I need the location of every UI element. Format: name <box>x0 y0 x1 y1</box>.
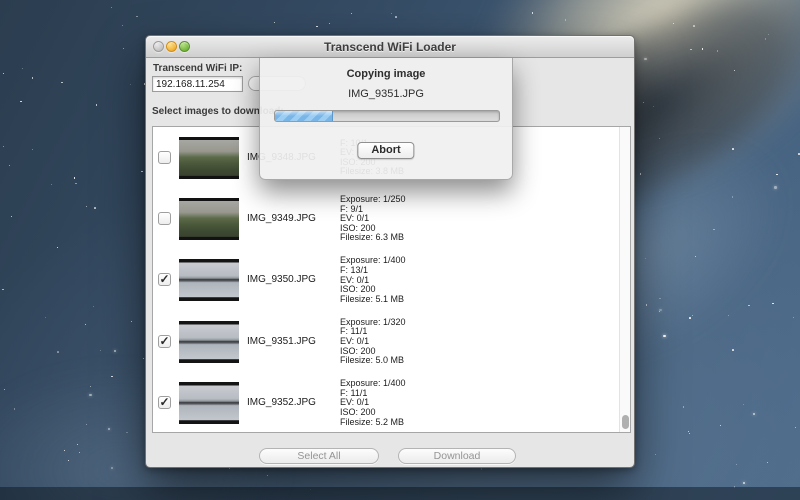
copy-progress-sheet: Copying image IMG_9351.JPG Abort <box>259 58 513 180</box>
list-item[interactable]: IMG_9349.JPG Exposure: 1/250F: 9/1EV: 0/… <box>153 188 630 249</box>
image-checkbox[interactable] <box>158 151 171 164</box>
image-exif: Exposure: 1/400F: 13/1EV: 0/1ISO: 200Fil… <box>340 256 406 304</box>
image-thumbnail <box>179 259 239 301</box>
ip-input[interactable] <box>152 76 243 92</box>
abort-button[interactable]: Abort <box>357 142 414 159</box>
list-item[interactable]: ✓ IMG_9352.JPG Exposure: 1/400F: 11/1EV:… <box>153 373 630 433</box>
image-checkbox[interactable]: ✓ <box>158 273 171 286</box>
image-checkbox[interactable] <box>158 212 171 225</box>
window-title: Transcend WiFi Loader <box>146 40 634 54</box>
exif-line: Filesize: 5.0 MB <box>340 356 406 366</box>
exif-line: Filesize: 6.3 MB <box>340 233 406 243</box>
image-checkbox[interactable]: ✓ <box>158 335 171 348</box>
sheet-filename: IMG_9351.JPG <box>260 88 512 100</box>
image-checkbox[interactable]: ✓ <box>158 396 171 409</box>
exif-line: Filesize: 5.1 MB <box>340 295 406 305</box>
image-thumbnail <box>179 321 239 363</box>
image-filename: IMG_9351.JPG <box>247 336 316 347</box>
image-exif: Exposure: 1/400F: 11/1EV: 0/1ISO: 200Fil… <box>340 379 406 427</box>
progress-fill <box>275 111 333 121</box>
image-filename: IMG_9352.JPG <box>247 397 316 408</box>
image-thumbnail <box>179 382 239 424</box>
ip-label: Transcend WiFi IP: <box>153 63 242 74</box>
download-button[interactable]: Download <box>398 448 516 464</box>
image-filename: IMG_9349.JPG <box>247 213 316 224</box>
select-all-button[interactable]: Select All <box>259 448 379 464</box>
copy-progress-bar <box>274 110 500 122</box>
image-exif: Exposure: 1/250F: 9/1EV: 0/1ISO: 200File… <box>340 195 406 243</box>
image-exif: Exposure: 1/320F: 11/1EV: 0/1ISO: 200Fil… <box>340 318 406 366</box>
image-thumbnail <box>179 137 239 179</box>
title-bar[interactable]: Transcend WiFi Loader <box>146 36 634 58</box>
bottom-dark-strip <box>0 487 800 500</box>
image-filename: IMG_9350.JPG <box>247 274 316 285</box>
list-item[interactable]: ✓ IMG_9351.JPG Exposure: 1/320F: 11/1EV:… <box>153 311 630 372</box>
image-thumbnail <box>179 198 239 240</box>
app-window: Transcend WiFi Loader Transcend WiFi IP:… <box>145 35 635 468</box>
exif-line: Filesize: 5.2 MB <box>340 418 406 428</box>
list-item[interactable]: ✓ IMG_9350.JPG Exposure: 1/400F: 13/1EV:… <box>153 250 630 311</box>
sheet-title: Copying image <box>260 68 512 80</box>
